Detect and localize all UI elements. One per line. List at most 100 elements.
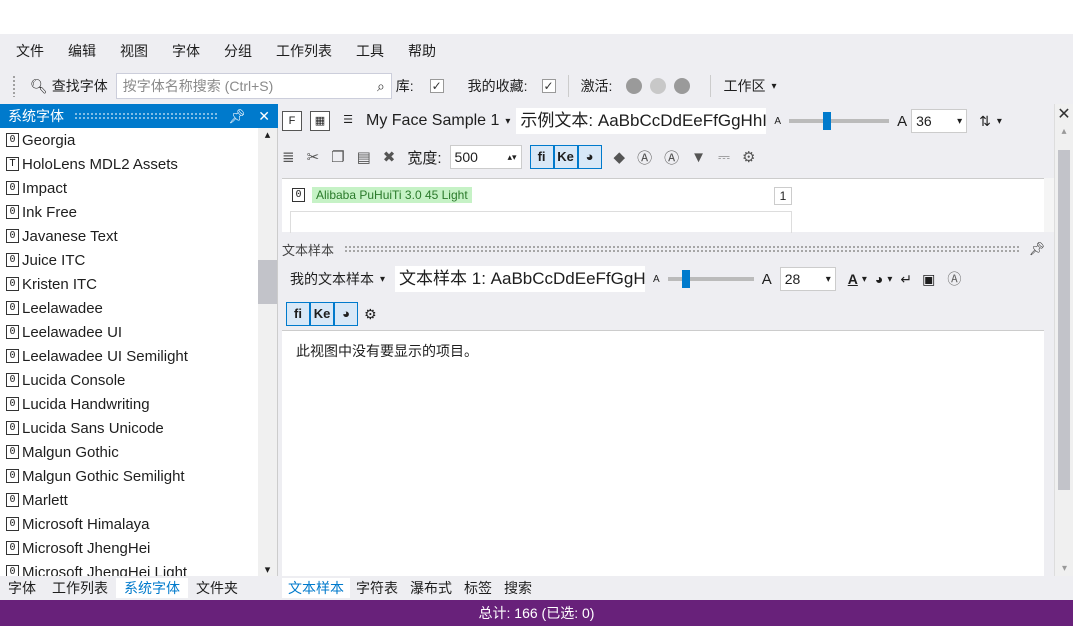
menu-font[interactable]: 字体 bbox=[172, 41, 200, 61]
text-color-icon[interactable]: A bbox=[848, 271, 858, 287]
font-copy-icon[interactable]: Ⓐ bbox=[947, 269, 961, 289]
font-copy-icon[interactable]: Ⓐ bbox=[664, 147, 679, 168]
font-list-item[interactable]: 0 Juice ITC bbox=[0, 248, 258, 272]
tab-worklist[interactable]: 工作列表 bbox=[44, 578, 116, 598]
menu-group[interactable]: 分组 bbox=[224, 41, 252, 61]
font-list-item[interactable]: 0 Microsoft Himalaya bbox=[0, 512, 258, 536]
find-fonts-button[interactable]: 🔍︎ 查找字体 bbox=[30, 76, 108, 96]
slider-knob[interactable] bbox=[823, 112, 832, 130]
text-size-select[interactable]: 28 ▾ bbox=[779, 267, 836, 291]
menu-view[interactable]: 视图 bbox=[120, 41, 148, 61]
font-list-item[interactable]: 0 Lucida Sans Unicode bbox=[0, 416, 258, 440]
scroll-down-icon[interactable]: ▾ bbox=[1055, 563, 1073, 574]
scrollbar-thumb[interactable] bbox=[1058, 150, 1070, 490]
font-list-item[interactable]: 0 Georgia bbox=[0, 128, 258, 152]
delete-icon[interactable]: ✖ bbox=[383, 148, 396, 166]
layer-icon[interactable]: ▣ bbox=[922, 271, 935, 288]
chevron-down-icon[interactable]: ▾ bbox=[380, 274, 385, 285]
my-text-samples-dropdown[interactable]: 我的文本样本 bbox=[290, 269, 374, 289]
tab-system-fonts[interactable]: 系统字体 bbox=[116, 578, 188, 598]
font-list-item[interactable]: 0 Impact bbox=[0, 176, 258, 200]
tab-waterfall[interactable]: 瀑布式 bbox=[404, 578, 458, 598]
tab-fonts[interactable]: 字体 bbox=[0, 578, 44, 598]
font-list-item[interactable]: 0 Kristen ITC bbox=[0, 272, 258, 296]
scroll-up-icon[interactable]: ▴ bbox=[258, 128, 277, 142]
font-list-item[interactable]: 0 Malgun Gothic Semilight bbox=[0, 464, 258, 488]
menu-file[interactable]: 文件 bbox=[16, 41, 44, 61]
font-list-item[interactable]: 0 Javanese Text bbox=[0, 224, 258, 248]
slider-knob[interactable] bbox=[681, 270, 690, 288]
preview-sample-box[interactable] bbox=[290, 211, 792, 233]
activate-circle-2[interactable] bbox=[650, 78, 667, 94]
font-list-item[interactable]: 0 Marlett bbox=[0, 488, 258, 512]
library-checkbox[interactable]: ✓ bbox=[429, 79, 444, 93]
font-list-item[interactable]: 0 Microsoft JhengHei Light bbox=[0, 560, 258, 576]
kerning-icon[interactable]: Ke bbox=[553, 145, 578, 169]
pin-icon[interactable]: 📌︎ bbox=[1029, 241, 1046, 257]
pin-icon[interactable]: 📌︎ bbox=[228, 108, 246, 125]
close-icon[interactable]: ✕ bbox=[1055, 104, 1073, 126]
menu-help[interactable]: 帮助 bbox=[408, 41, 436, 61]
chevron-down-icon[interactable]: ▾ bbox=[887, 274, 892, 285]
settings-icon[interactable]: ⚙ bbox=[742, 148, 755, 166]
kerning-icon[interactable]: Ke bbox=[310, 302, 334, 326]
font-list-item[interactable]: 0 Malgun Gothic bbox=[0, 440, 258, 464]
font-size-slider[interactable] bbox=[789, 112, 890, 130]
chevron-down-icon[interactable]: ▾ bbox=[505, 116, 510, 127]
fill-color-icon[interactable]: ◕ bbox=[875, 271, 883, 287]
font-list-item[interactable]: 0 Ink Free bbox=[0, 200, 258, 224]
menu-tools[interactable]: 工具 bbox=[356, 41, 384, 61]
text-sample-text[interactable]: 文本样本 1: AaBbCcDdEeFfGgH bbox=[395, 266, 646, 292]
main-scrollbar[interactable]: ✕ ▴ ▾ bbox=[1054, 104, 1073, 576]
tab-character-map[interactable]: 字符表 bbox=[350, 578, 404, 598]
scroll-up-icon[interactable]: ▴ bbox=[1055, 126, 1073, 137]
paste-icon[interactable]: ▤ bbox=[357, 148, 371, 166]
close-icon[interactable]: ✕ bbox=[258, 108, 270, 125]
tag-icon[interactable]: ◆ bbox=[614, 148, 626, 166]
palette-icon[interactable]: ◕ bbox=[577, 145, 602, 169]
font-list-item[interactable]: 0 Leelawadee UI bbox=[0, 320, 258, 344]
grid-view-icon[interactable]: ▦ bbox=[310, 111, 330, 131]
text-icon[interactable]: ≣ bbox=[282, 148, 295, 166]
font-list-item[interactable]: 0 Lucida Handwriting bbox=[0, 392, 258, 416]
font-list-item[interactable]: T HoloLens MDL2 Assets bbox=[0, 152, 258, 176]
toolbar-grip[interactable] bbox=[12, 75, 16, 97]
chevron-down-icon[interactable]: ▾ bbox=[771, 81, 776, 92]
face-sample-text[interactable]: 示例文本: AaBbCcDdEeFfGgHhIi. bbox=[516, 108, 767, 134]
ligature-icon[interactable]: fi bbox=[529, 145, 554, 169]
menu-edit[interactable]: 编辑 bbox=[68, 41, 96, 61]
text-size-slider[interactable] bbox=[667, 270, 754, 288]
tab-tags[interactable]: 标签 bbox=[458, 578, 498, 598]
menu-worklist[interactable]: 工作列表 bbox=[276, 41, 332, 61]
copy-icon[interactable]: ❐ bbox=[331, 148, 344, 166]
activate-circle-3[interactable] bbox=[674, 78, 691, 94]
chevron-down-icon[interactable]: ▾ bbox=[862, 274, 867, 285]
filter-icon[interactable]: ▼ bbox=[691, 149, 706, 166]
chevron-down-icon[interactable]: ▾ bbox=[997, 116, 1002, 127]
palette-icon[interactable]: ◕ bbox=[334, 302, 358, 326]
tab-text-sample[interactable]: 文本样本 bbox=[282, 578, 350, 598]
search-icon[interactable]: ⌕ bbox=[377, 78, 385, 95]
font-list-item[interactable]: 0 Microsoft JhengHei bbox=[0, 536, 258, 560]
cut-icon[interactable]: ✂ bbox=[307, 148, 320, 166]
scroll-down-icon[interactable]: ▾ bbox=[258, 563, 277, 576]
font-list-scrollbar[interactable]: ▴ ▾ bbox=[258, 128, 277, 576]
font-list-item[interactable]: 0 Lucida Console bbox=[0, 368, 258, 392]
stepper-arrows-icon[interactable]: ▴▾ bbox=[508, 152, 517, 163]
activate-circle-1[interactable] bbox=[626, 78, 643, 94]
workspace-button[interactable]: 工作区 bbox=[723, 76, 765, 96]
search-input[interactable]: 按字体名称搜索 (Ctrl+S) ⌕ bbox=[115, 73, 392, 99]
font-list-item[interactable]: 0 Leelawadee bbox=[0, 296, 258, 320]
font-box-icon[interactable]: Ⓐ bbox=[637, 147, 652, 168]
ligature-icon[interactable]: fi bbox=[286, 302, 310, 326]
width-stepper[interactable]: 500 ▴▾ bbox=[449, 145, 522, 169]
face-sample-dropdown[interactable]: My Face Sample 1 bbox=[366, 112, 499, 130]
swap-colors-icon[interactable]: ↵ bbox=[900, 271, 912, 288]
favorites-checkbox[interactable]: ✓ bbox=[541, 79, 556, 93]
sort-icon[interactable]: ⇅ bbox=[979, 113, 991, 130]
font-size-select[interactable]: 36 ▾ bbox=[911, 109, 968, 133]
tab-folder[interactable]: 文件夹 bbox=[188, 578, 246, 598]
list-view-icon[interactable]: ☰ bbox=[338, 111, 358, 131]
compare-icon[interactable]: ⎓ bbox=[718, 149, 730, 166]
tab-search[interactable]: 搜索 bbox=[498, 578, 538, 598]
